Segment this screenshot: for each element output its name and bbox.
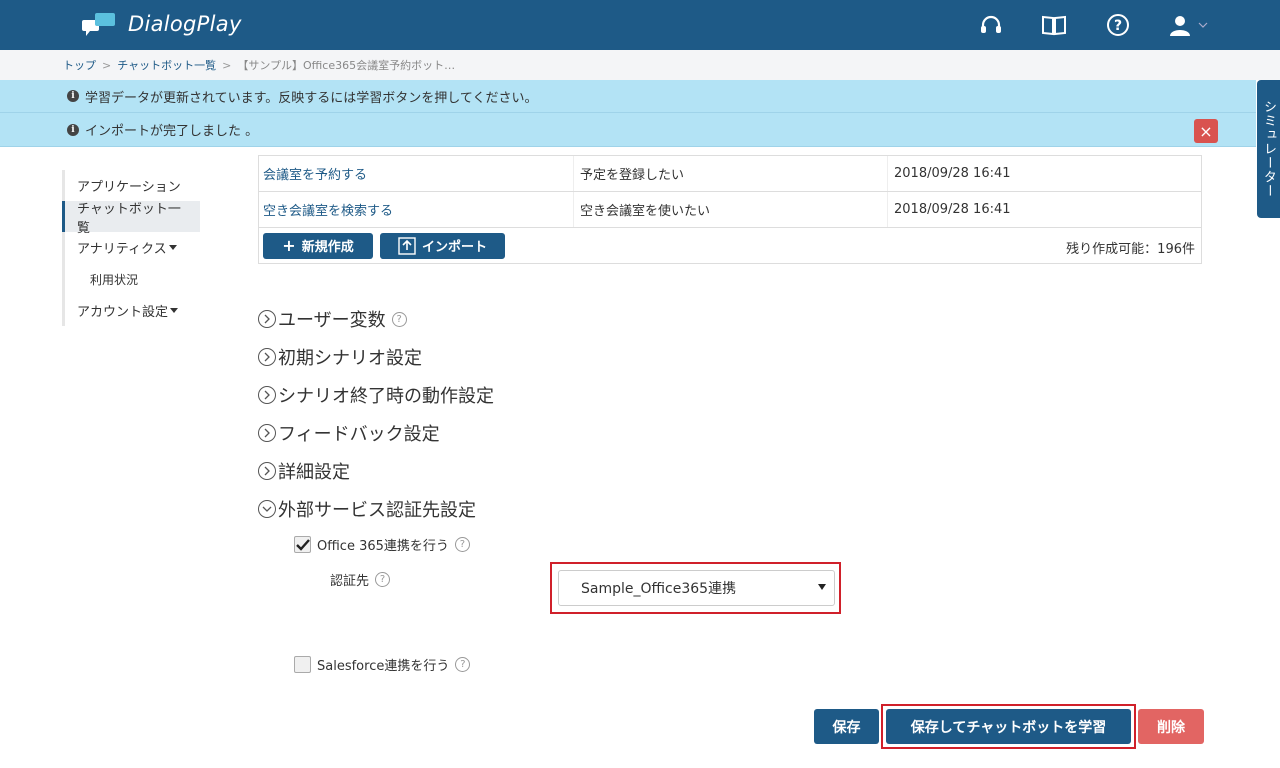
salesforce-option: Salesforce連携を行う ? [294, 655, 471, 674]
user-menu[interactable] [1168, 11, 1216, 39]
chevron-down-icon [1198, 22, 1208, 28]
auth-target-select[interactable]: Sample_Office365連携 [558, 570, 835, 606]
breadcrumb-current: 【サンプル】Office365会議室予約ボット… [237, 59, 456, 72]
dropdown-arrow-icon [818, 584, 826, 590]
import-alert: i インポートが完了しました 。 × [0, 113, 1256, 147]
book-icon[interactable] [1040, 11, 1068, 39]
chevron-right-icon [258, 348, 276, 366]
caret-down-icon [170, 308, 179, 313]
section-label: 詳細設定 [278, 462, 350, 483]
breadcrumb-separator: > [102, 58, 112, 72]
section-label: シナリオ終了時の動作設定 [278, 386, 494, 407]
logo-text: DialogPlay [128, 12, 242, 36]
chevron-right-icon [258, 310, 276, 328]
app-logo[interactable]: DialogPlay [82, 11, 242, 37]
chevron-right-icon [258, 386, 276, 404]
scenario-name-link[interactable]: 会議室を予約する [259, 164, 573, 183]
learning-alert: i 学習データが更新されています。反映するには学習ボタンを押してください。 [0, 80, 1256, 113]
help-icon[interactable]: ? [455, 657, 471, 672]
table-footer: + 新規作成 インポート 残り作成可能：196件 [259, 227, 1201, 263]
scenario-description: 空き会議室を使いたい [573, 192, 887, 227]
breadcrumb-chatbot-list[interactable]: チャットボット一覧 [117, 57, 216, 73]
headset-icon[interactable] [977, 11, 1005, 39]
salesforce-label: Salesforce連携を行う [317, 659, 450, 674]
breadcrumb-separator: > [222, 58, 232, 72]
new-scenario-button[interactable]: + 新規作成 [263, 232, 373, 259]
import-button[interactable]: インポート [380, 232, 505, 259]
save-button[interactable]: 保存 [814, 709, 879, 744]
help-icon[interactable]: ? [1104, 11, 1132, 39]
section-advanced[interactable]: 詳細設定 [258, 458, 350, 484]
close-icon: × [1199, 121, 1213, 141]
section-label: 外部サービス認証先設定 [278, 500, 476, 521]
user-icon [1170, 16, 1190, 36]
sidebar-item-label: アカウント設定 [77, 305, 169, 320]
scenario-table: 会議室を予約する 予定を登録したい 2018/09/28 16:41 空き会議室… [258, 155, 1202, 264]
breadcrumb-top[interactable]: トップ [63, 57, 96, 73]
office365-option: Office 365連携を行う ? [294, 535, 470, 554]
auth-target-highlight: Sample_Office365連携 [550, 562, 841, 614]
table-row: 空き会議室を検索する 空き会議室を使いたい 2018/09/28 16:41 [259, 191, 1201, 227]
chevron-right-icon [258, 462, 276, 480]
sidebar-item-account-settings[interactable]: アカウント設定 [62, 295, 222, 326]
table-row: 会議室を予約する 予定を登録したい 2018/09/28 16:41 [259, 155, 1201, 191]
top-header: DialogPlay ? [0, 0, 1280, 50]
scenario-description: 予定を登録したい [573, 156, 887, 191]
auth-target-value: Sample_Office365連携 [581, 581, 737, 597]
scenario-updated-date: 2018/09/28 16:41 [887, 156, 1201, 191]
section-external-auth[interactable]: 外部サービス認証先設定 [258, 496, 476, 522]
auth-target-row: 認証先 ? [330, 570, 391, 589]
chevron-right-icon [258, 424, 276, 442]
auth-target-label: 認証先 [330, 574, 370, 589]
section-label: 初期シナリオ設定 [278, 348, 422, 369]
plus-icon: + [282, 236, 296, 255]
sidebar-item-analytics[interactable]: アナリティクス [62, 232, 222, 263]
salesforce-checkbox[interactable] [294, 656, 311, 673]
sidebar-item-label: アナリティクス [77, 242, 167, 257]
chevron-down-icon [258, 500, 276, 518]
office365-label: Office 365連携を行う [317, 539, 449, 554]
upload-icon [398, 236, 416, 255]
info-icon: i [67, 90, 79, 102]
new-scenario-label: 新規作成 [301, 240, 354, 255]
logo-icon [82, 13, 115, 36]
info-icon: i [67, 123, 79, 136]
section-label: ユーザー変数 [278, 310, 386, 331]
caret-down-icon [168, 245, 177, 250]
save-learn-highlight: 保存してチャットボットを学習 [881, 704, 1136, 749]
sidebar-item-label: チャットボット一覧 [77, 201, 181, 236]
simulator-tab[interactable]: シミュレーター [1257, 80, 1280, 218]
breadcrumb: トップ > チャットボット一覧 > 【サンプル】Office365会議室予約ボッ… [0, 50, 1280, 80]
help-icon[interactable]: ? [375, 572, 391, 587]
section-feedback[interactable]: フィードバック設定 [258, 420, 440, 446]
section-user-variables[interactable]: ユーザー変数 ? [258, 306, 407, 332]
svg-text:?: ? [1114, 18, 1122, 34]
import-label: インポート [421, 240, 487, 255]
sidebar: アプリケーション チャットボット一覧 アナリティクス 利用状況 アカウント設定 [62, 170, 222, 326]
sidebar-item-chatbot-list[interactable]: チャットボット一覧 [62, 201, 200, 236]
sidebar-item-label: 利用状況 [90, 272, 139, 287]
help-icon[interactable]: ? [391, 311, 407, 327]
section-initial-scenario[interactable]: 初期シナリオ設定 [258, 344, 422, 370]
sidebar-item-usage[interactable]: 利用状況 [62, 263, 222, 295]
scenario-updated-date: 2018/09/28 16:41 [887, 192, 1201, 227]
scenario-name-link[interactable]: 空き会議室を検索する [259, 200, 573, 219]
sidebar-item-application[interactable]: アプリケーション [62, 170, 222, 201]
section-label: フィードバック設定 [278, 424, 440, 445]
save-and-learn-button[interactable]: 保存してチャットボットを学習 [886, 709, 1131, 744]
learning-alert-text: 学習データが更新されています。反映するには学習ボタンを押してください。 [85, 90, 538, 106]
remaining-count: 残り作成可能：196件 [1066, 242, 1195, 257]
checkmark-icon [295, 538, 310, 551]
help-icon[interactable]: ? [454, 537, 470, 552]
section-scenario-end[interactable]: シナリオ終了時の動作設定 [258, 382, 494, 408]
office365-checkbox[interactable] [294, 536, 311, 553]
import-alert-text: インポートが完了しました 。 [85, 124, 259, 139]
close-alert-button[interactable]: × [1194, 119, 1218, 143]
delete-button[interactable]: 削除 [1138, 709, 1204, 744]
sidebar-item-label: アプリケーション [77, 180, 181, 195]
